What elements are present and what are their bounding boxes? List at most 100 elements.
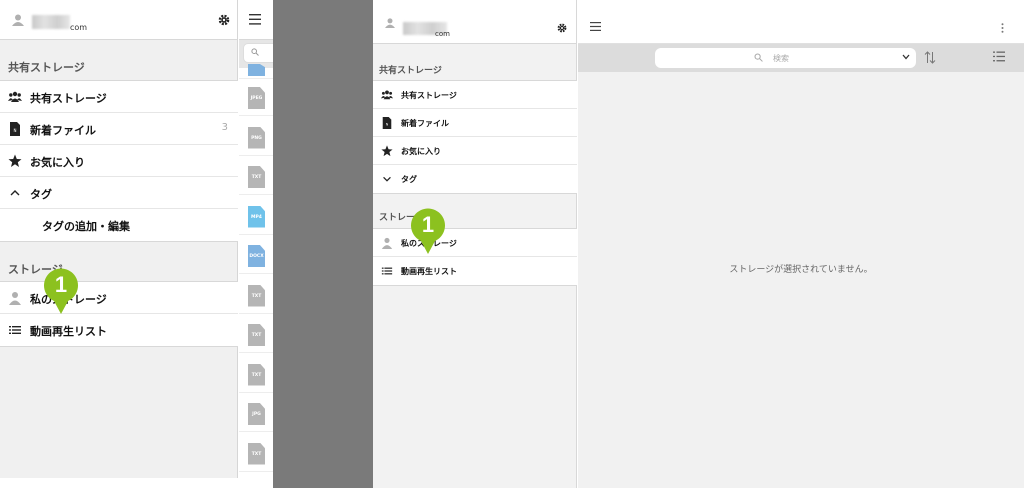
menu-item-label: 共有ストレージ: [401, 91, 457, 100]
menu-item-label: 動画再生リスト: [30, 325, 107, 338]
menu-item-favorites[interactable]: お気に入り: [0, 145, 238, 177]
file-extension-label: TXT: [251, 451, 262, 457]
new-files-count: 3: [221, 122, 228, 133]
menu-item-shared-storage[interactable]: 共有ストレージ: [373, 81, 577, 109]
file-list-column: JPEG PNG TXT MP4 DOCX TXT TXT TXT JPG TXT: [239, 0, 283, 478]
chevron-down-icon[interactable]: [902, 54, 910, 60]
file-thumbnail-icon[interactable]: TXT: [248, 363, 265, 386]
menu-item-new-files[interactable]: N 新着ファイル 3: [0, 113, 238, 145]
menu-item-tags[interactable]: タグ: [373, 165, 577, 193]
menu-item-label: 動画再生リスト: [401, 267, 457, 276]
user-icon: [12, 14, 24, 26]
list-icon: [9, 326, 21, 334]
person-icon: [381, 237, 393, 249]
row-divider: [239, 470, 273, 472]
svg-text:N: N: [386, 123, 389, 127]
menu-item-favorites[interactable]: お気に入り: [373, 137, 577, 165]
menu-item-label: 新着ファイル: [401, 119, 449, 128]
group-icon: [8, 91, 22, 102]
blurred-email: [32, 15, 70, 29]
row-divider: [239, 431, 273, 432]
file-thumbnail-icon[interactable]: DOCX: [248, 245, 265, 267]
search-icon: [251, 48, 259, 56]
search-placeholder: 検索: [773, 54, 789, 63]
tablet-screen: com 共有ストレージ 共有ストレージ N 新着ファイル お気に入り タグ スト…: [373, 0, 1024, 488]
list-view-icon[interactable]: [993, 51, 1005, 62]
star-icon: [8, 154, 22, 167]
file-thumbnail-icon[interactable]: PNG: [248, 126, 265, 149]
row-divider: [239, 312, 273, 314]
file-extension-label: MP4: [251, 214, 262, 220]
gray-divider: [273, 0, 373, 488]
row-divider: [239, 154, 273, 156]
search-field[interactable]: 検索: [655, 48, 916, 68]
menu-item-label: 共有ストレージ: [30, 92, 107, 105]
new-file-icon: N: [10, 122, 20, 136]
shared-storage-list: 共有ストレージ N 新着ファイル お気に入り タグ: [373, 80, 577, 194]
menu-item-label: お気に入り: [30, 156, 85, 169]
star-icon: [381, 145, 393, 157]
email-suffix: com: [435, 30, 450, 38]
main-content: 検索 ストレージが選択されていません。: [578, 0, 1024, 488]
search-icon: [754, 53, 763, 62]
side-menu-header: com: [373, 0, 576, 44]
group-icon: [381, 90, 393, 100]
step-marker-right: 1: [409, 207, 447, 255]
user-icon: [385, 18, 395, 28]
menu-item-tags[interactable]: タグ: [0, 177, 238, 209]
file-thumbnail-icon[interactable]: [248, 64, 265, 76]
menu-item-my-storage[interactable]: 私のストレージ: [373, 229, 577, 257]
file-list-header: [239, 0, 273, 40]
menu-item-my-storage[interactable]: 私のストレージ: [0, 282, 238, 314]
row-divider: [239, 115, 273, 116]
main-header: [578, 0, 1024, 44]
file-thumbnail-icon[interactable]: MP4: [248, 205, 265, 228]
gear-icon[interactable]: [218, 14, 230, 26]
phone-screen: com 共有ストレージ 共有ストレージ N 新着ファイル 3 お気に入り タグ: [0, 0, 283, 488]
menu-item-label: お気に入り: [401, 147, 441, 156]
file-thumbnail-icon[interactable]: TXT: [248, 284, 265, 307]
menu-item-label: タグの追加・編集: [42, 220, 130, 233]
file-thumbnail-icon[interactable]: TXT: [248, 324, 265, 346]
file-extension-label: TXT: [251, 175, 262, 180]
menu-item-add-edit-tags[interactable]: タグの追加・編集: [0, 209, 238, 241]
main-toolbar: 検索: [578, 44, 1024, 72]
svg-text:N: N: [14, 128, 17, 133]
file-thumbnail-icon[interactable]: JPG: [248, 403, 265, 425]
file-extension-label: TXT: [251, 293, 262, 299]
hamburger-icon[interactable]: [590, 22, 601, 31]
file-extension-label: TXT: [251, 333, 262, 338]
storage-list: 私のストレージ 動画再生リスト: [373, 228, 577, 286]
menu-item-label: タグ: [401, 175, 417, 184]
file-thumbnail-icon[interactable]: TXT: [248, 166, 265, 188]
row-divider: [239, 233, 273, 235]
menu-item-label: タグ: [30, 188, 52, 201]
step-marker-left: 1: [42, 267, 80, 315]
more-options-icon[interactable]: [1001, 23, 1004, 33]
file-thumbnail-icon[interactable]: JPEG: [248, 87, 265, 109]
menu-item-video-playlist[interactable]: 動画再生リスト: [0, 314, 238, 346]
side-menu: com 共有ストレージ 共有ストレージ N 新着ファイル お気に入り タグ スト…: [373, 0, 577, 488]
hamburger-icon[interactable]: [249, 14, 261, 25]
person-icon: [9, 292, 21, 305]
email-suffix: com: [70, 23, 88, 32]
section-label-shared: 共有ストレージ: [379, 66, 442, 76]
empty-message: ストレージが選択されていません。: [729, 265, 873, 275]
file-extension-label: JPG: [252, 412, 261, 417]
file-extension-label: PNG: [251, 135, 262, 141]
row-divider: [239, 273, 273, 274]
side-drawer: com 共有ストレージ 共有ストレージ N 新着ファイル 3 お気に入り タグ: [0, 0, 238, 478]
menu-item-shared-storage[interactable]: 共有ストレージ: [0, 81, 238, 113]
menu-item-new-files[interactable]: N 新着ファイル: [373, 109, 577, 137]
row-divider: [239, 78, 273, 79]
row-divider: [239, 194, 273, 195]
gear-icon[interactable]: [557, 23, 567, 33]
storage-list: 私のストレージ 動画再生リスト: [0, 281, 238, 347]
sort-icon[interactable]: [924, 51, 936, 64]
section-label-shared: 共有ストレージ: [8, 61, 85, 74]
menu-item-video-playlist[interactable]: 動画再生リスト: [373, 257, 577, 285]
file-extension-label: DOCX: [249, 254, 264, 259]
chevron-down-icon: [383, 176, 391, 182]
file-thumbnail-icon[interactable]: TXT: [248, 442, 265, 465]
chevron-up-icon: [10, 190, 20, 196]
